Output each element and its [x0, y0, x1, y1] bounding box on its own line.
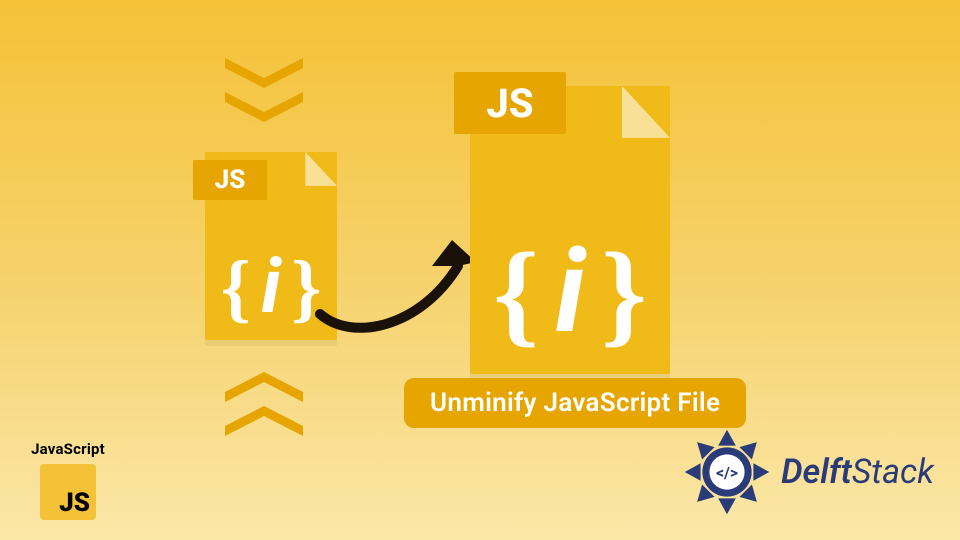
svg-text:</>: </> — [716, 463, 738, 482]
code-braces-icon: { i } — [470, 236, 670, 352]
brand-seal-icon: </> — [683, 428, 771, 516]
js-tag-label: JS — [193, 160, 267, 200]
chevron-down-icon — [225, 58, 303, 88]
chevron-up-icon — [225, 406, 303, 436]
mascot-label: JavaScript — [22, 440, 114, 458]
brand-logo: </> DelftStack — [683, 428, 934, 516]
js-file-large-icon: JS { i } — [470, 86, 670, 374]
hero-illustration: JS { i } JS { i } Unminify JavaScript Fi… — [0, 0, 960, 540]
brand-name: DelftStack — [781, 452, 934, 492]
caption-pill: Unminify JavaScript File — [404, 378, 746, 428]
js-badge-icon: JS — [40, 464, 96, 520]
arrow-right-icon — [312, 232, 480, 342]
chevron-down-icon — [225, 92, 303, 122]
js-tag-label: JS — [454, 72, 566, 134]
chevron-up-icon — [225, 372, 303, 402]
javascript-mascot: JavaScript JS — [22, 440, 114, 520]
